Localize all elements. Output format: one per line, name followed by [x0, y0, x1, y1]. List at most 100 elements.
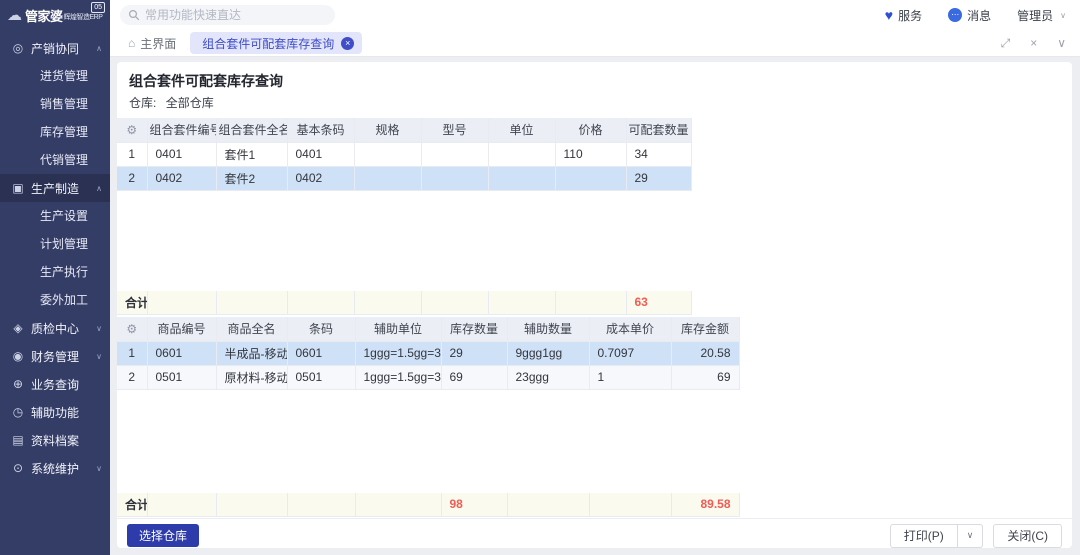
cell-spec[interactable]: [354, 142, 421, 166]
total-available-qty: 63: [626, 291, 691, 315]
total-stock-qty: 98: [441, 493, 507, 517]
app-logo[interactable]: ☁ 管家婆 辉煌智造ERP 05: [0, 0, 110, 30]
sidebar-section-archives[interactable]: ▤ 资料档案: [0, 426, 110, 454]
cell-unit[interactable]: [488, 142, 555, 166]
print-button[interactable]: 打印(P): [890, 524, 958, 548]
cell-barcode[interactable]: 0402: [287, 166, 354, 190]
cell-kit-code[interactable]: 0401: [147, 142, 216, 166]
cell-available-qty[interactable]: 34: [626, 142, 691, 166]
sidebar-section-aux-functions[interactable]: ◷ 辅助功能: [0, 398, 110, 426]
col-model: 型号: [421, 118, 488, 142]
kit-table-row-selected[interactable]: 2 0402 套件2 0402 29: [117, 166, 691, 190]
sidebar-item-consignment-mgmt[interactable]: 代销管理: [0, 146, 110, 174]
sidebar-section-production-sales[interactable]: ◎ 产销协同 ∧: [0, 34, 110, 62]
sidebar-item-purchase-mgmt[interactable]: 进货管理: [0, 62, 110, 90]
content-area: 组合套件可配套库存查询 仓库: 全部仓库 ⚙ 组合套件编号: [110, 57, 1080, 555]
print-dropdown-button[interactable]: ∨: [958, 524, 984, 548]
cell-stock-qty[interactable]: 29: [441, 341, 507, 365]
warehouse-line: 仓库: 全部仓库: [129, 92, 1060, 114]
gear-circle-icon: ⊙: [10, 461, 26, 475]
cell-barcode[interactable]: 0501: [287, 365, 355, 389]
sidebar-item-production-execution[interactable]: 生产执行: [0, 258, 110, 286]
sidebar-item-inventory-mgmt[interactable]: 库存管理: [0, 118, 110, 146]
cell-spec[interactable]: [354, 166, 421, 190]
cell-product-code[interactable]: 0501: [147, 365, 216, 389]
detail-table-row[interactable]: 2 0501 原材料-移动 0501 1ggg=1.5gg=3g 69 23gg…: [117, 365, 739, 389]
warehouse-label: 仓库:: [129, 96, 156, 110]
tab-home-label: 主界面: [140, 35, 176, 52]
tab-close-icon[interactable]: ×: [341, 37, 354, 50]
column-settings-gear-icon[interactable]: ⚙: [117, 317, 147, 341]
col-aux-unit: 辅助单位: [355, 317, 441, 341]
cell-unit-cost[interactable]: 0.7097: [589, 341, 671, 365]
sidebar-item-production-settings[interactable]: 生产设置: [0, 202, 110, 230]
col-unit: 单位: [488, 118, 555, 142]
cell-product-name[interactable]: 半成品-移动: [216, 341, 287, 365]
select-warehouse-button[interactable]: 选择仓库: [127, 524, 199, 547]
cell-model[interactable]: [421, 142, 488, 166]
search-input[interactable]: [145, 8, 327, 22]
tab-home[interactable]: ⌂ 主界面: [128, 35, 176, 52]
row-index[interactable]: 1: [117, 142, 147, 166]
cell-available-qty[interactable]: 29: [626, 166, 691, 190]
sidebar-item-outsourcing[interactable]: 委外加工: [0, 286, 110, 314]
cell-barcode[interactable]: 0401: [287, 142, 354, 166]
col-unit-cost: 成本单价: [589, 317, 671, 341]
sidebar-section-business-query[interactable]: ⊕ 业务查询: [0, 370, 110, 398]
cell-price[interactable]: 110: [555, 142, 626, 166]
service-menu[interactable]: ♥ 服务: [885, 7, 922, 24]
message-menu[interactable]: ⋯ 消息: [948, 7, 991, 24]
cell-aux-qty[interactable]: 23ggg: [507, 365, 589, 389]
kit-table-row[interactable]: 1 0401 套件1 0401 110 34: [117, 142, 691, 166]
col-available-qty: 可配套数量: [626, 118, 691, 142]
service-label: 服务: [898, 7, 922, 24]
cell-kit-name[interactable]: 套件1: [216, 142, 287, 166]
sidebar-section-manufacturing[interactable]: ▣ 生产制造 ∧: [0, 174, 110, 202]
column-settings-gear-icon[interactable]: ⚙: [117, 118, 147, 142]
brand-name: 管家婆: [25, 6, 63, 25]
sidebar-section-finance[interactable]: ◉ 财务管理 ∨: [0, 342, 110, 370]
total-stock-amount: 89.58: [671, 493, 739, 517]
sidebar-item-plan-mgmt[interactable]: 计划管理: [0, 230, 110, 258]
cell-product-name[interactable]: 原材料-移动: [216, 365, 287, 389]
close-button[interactable]: 关闭(C): [993, 524, 1062, 548]
user-label: 管理员: [1017, 7, 1053, 24]
cell-barcode[interactable]: 0601: [287, 341, 355, 365]
cell-aux-unit[interactable]: 1ggg=1.5gg=3g: [355, 365, 441, 389]
cell-kit-name[interactable]: 套件2: [216, 166, 287, 190]
home-icon: ⌂: [128, 36, 135, 50]
detail-table-row-selected[interactable]: 1 0601 半成品-移动 0601 1ggg=1.5gg=3g 29 9ggg…: [117, 341, 739, 365]
cell-kit-code[interactable]: 0402: [147, 166, 216, 190]
cell-stock-qty[interactable]: 69: [441, 365, 507, 389]
sidebar-section-quality-center[interactable]: ◈ 质检中心 ∨: [0, 314, 110, 342]
section-label: 系统维护: [31, 460, 96, 477]
cell-unit[interactable]: [488, 166, 555, 190]
cell-price[interactable]: [555, 166, 626, 190]
manufacturing-icon: ▣: [10, 181, 26, 195]
tab-kit-inventory-query[interactable]: 组合套件可配套库存查询 ×: [190, 32, 362, 54]
section-label: 质检中心: [31, 320, 96, 337]
cell-model[interactable]: [421, 166, 488, 190]
cell-stock-amount[interactable]: 69: [671, 365, 739, 389]
collapse-icon[interactable]: ⤢: [1001, 36, 1011, 51]
cell-product-code[interactable]: 0601: [147, 341, 216, 365]
version-badge: 05: [91, 2, 105, 13]
message-bubble-icon: ⋯: [948, 8, 962, 22]
user-menu[interactable]: 管理员 ∨: [1017, 7, 1066, 24]
sidebar-section-system-maintenance[interactable]: ⊙ 系统维护 ∨: [0, 454, 110, 482]
quick-search[interactable]: [120, 5, 335, 25]
cell-unit-cost[interactable]: 1: [589, 365, 671, 389]
row-index[interactable]: 1: [117, 341, 147, 365]
row-index[interactable]: 2: [117, 166, 147, 190]
row-index[interactable]: 2: [117, 365, 147, 389]
quality-icon: ◈: [10, 321, 26, 335]
close-all-icon[interactable]: ×: [1030, 36, 1037, 50]
minimize-icon[interactable]: ∨: [1057, 36, 1066, 50]
cell-aux-qty[interactable]: 9ggg1gg: [507, 341, 589, 365]
tab-label: 组合套件可配套库存查询: [202, 35, 334, 52]
cell-aux-unit[interactable]: 1ggg=1.5gg=3g: [355, 341, 441, 365]
section-label: 辅助功能: [31, 404, 102, 421]
sidebar-item-sales-mgmt[interactable]: 销售管理: [0, 90, 110, 118]
cell-stock-amount[interactable]: 20.58: [671, 341, 739, 365]
section-label: 财务管理: [31, 348, 96, 365]
